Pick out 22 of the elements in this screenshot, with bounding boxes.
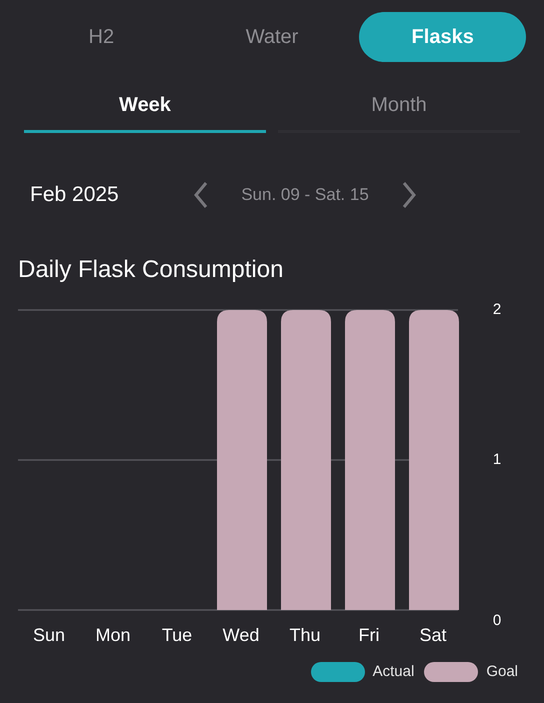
x-axis-label: Fri [358,624,380,644]
category-tab[interactable]: Flasks [359,12,526,62]
chart-title: Daily Flask Consumption [17,254,284,284]
legend-label: Actual [372,662,414,682]
y-tick-label: 0 [492,611,502,628]
period-tab[interactable]: Month [278,90,520,133]
y-tick-label: 2 [492,300,502,318]
x-axis-label: Wed [222,624,260,644]
x-axis-label: Sun [32,624,66,644]
month-label: Feb 2025 [30,182,120,208]
date-range: Sun. 09 - Sat. 15 [240,184,370,206]
period-tab[interactable]: Week [24,90,266,133]
category-tab[interactable]: Water [188,12,356,62]
x-axis-label: Mon [96,624,130,644]
x-axis-label: Sat [419,624,447,644]
x-axis-label: Thu [289,624,321,644]
category-tab[interactable]: H2 [18,12,185,62]
chevron-left-icon [192,180,210,209]
legend-label: Goal [486,662,518,682]
x-axis-label: Tue [162,624,192,644]
y-tick-label: 1 [492,450,502,468]
chevron-right-icon [400,180,418,209]
